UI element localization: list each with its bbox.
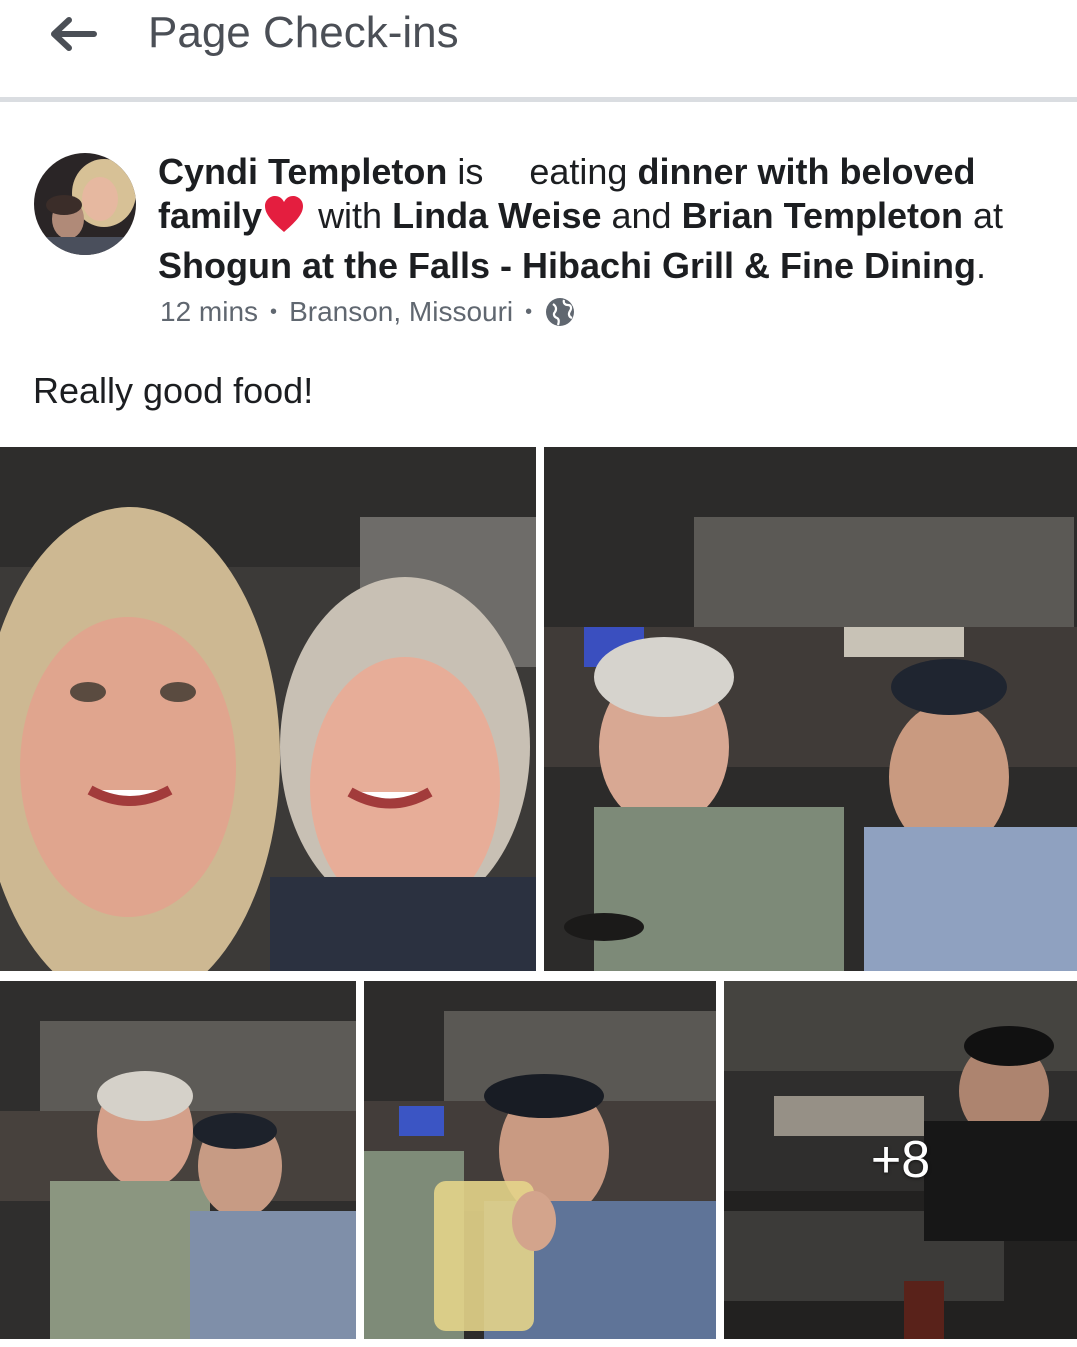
avatar[interactable] [34, 153, 136, 255]
more-photos-count: +8 [870, 1131, 931, 1189]
post-meta: 12 mins • Branson, Missouri • [160, 292, 576, 332]
and-word: and [611, 195, 672, 236]
more-photos-overlay[interactable]: +8 [724, 981, 1077, 1339]
header-divider [0, 97, 1077, 102]
post-text: Really good food! [33, 370, 314, 411]
photo-2[interactable] [544, 447, 1077, 971]
is-word: is [457, 151, 484, 192]
photo-5-more[interactable]: +8 [724, 981, 1077, 1339]
with-word: with [318, 195, 383, 236]
globe-icon[interactable] [544, 296, 576, 328]
photo-3[interactable] [0, 981, 356, 1339]
at-word: at [972, 195, 1004, 236]
author-name[interactable]: Cyndi Templeton [158, 151, 447, 192]
top-bar: Page Check-ins [0, 0, 1077, 98]
red-heart-icon [264, 196, 304, 244]
post-time[interactable]: 12 mins [160, 296, 258, 328]
back-button[interactable] [46, 10, 102, 58]
tagged-person-2[interactable]: Brian Templeton [682, 195, 963, 236]
tagged-person-1[interactable]: Linda Weise [392, 195, 601, 236]
separator-dot: • [525, 300, 533, 323]
post-headline: Cyndi Templeton is eating dinner with bel… [158, 150, 1058, 288]
post-location[interactable]: Branson, Missouri [289, 296, 513, 328]
photo-4[interactable] [364, 981, 716, 1339]
separator-dot: • [270, 300, 278, 323]
activity-verb: eating [529, 151, 628, 192]
place-name[interactable]: Shogun at the Falls - Hibachi Grill & Fi… [158, 245, 976, 286]
period: . [976, 245, 987, 286]
page-title: Page Check-ins [148, 8, 459, 57]
arrow-left-icon [51, 17, 97, 51]
photo-1[interactable] [0, 447, 536, 971]
